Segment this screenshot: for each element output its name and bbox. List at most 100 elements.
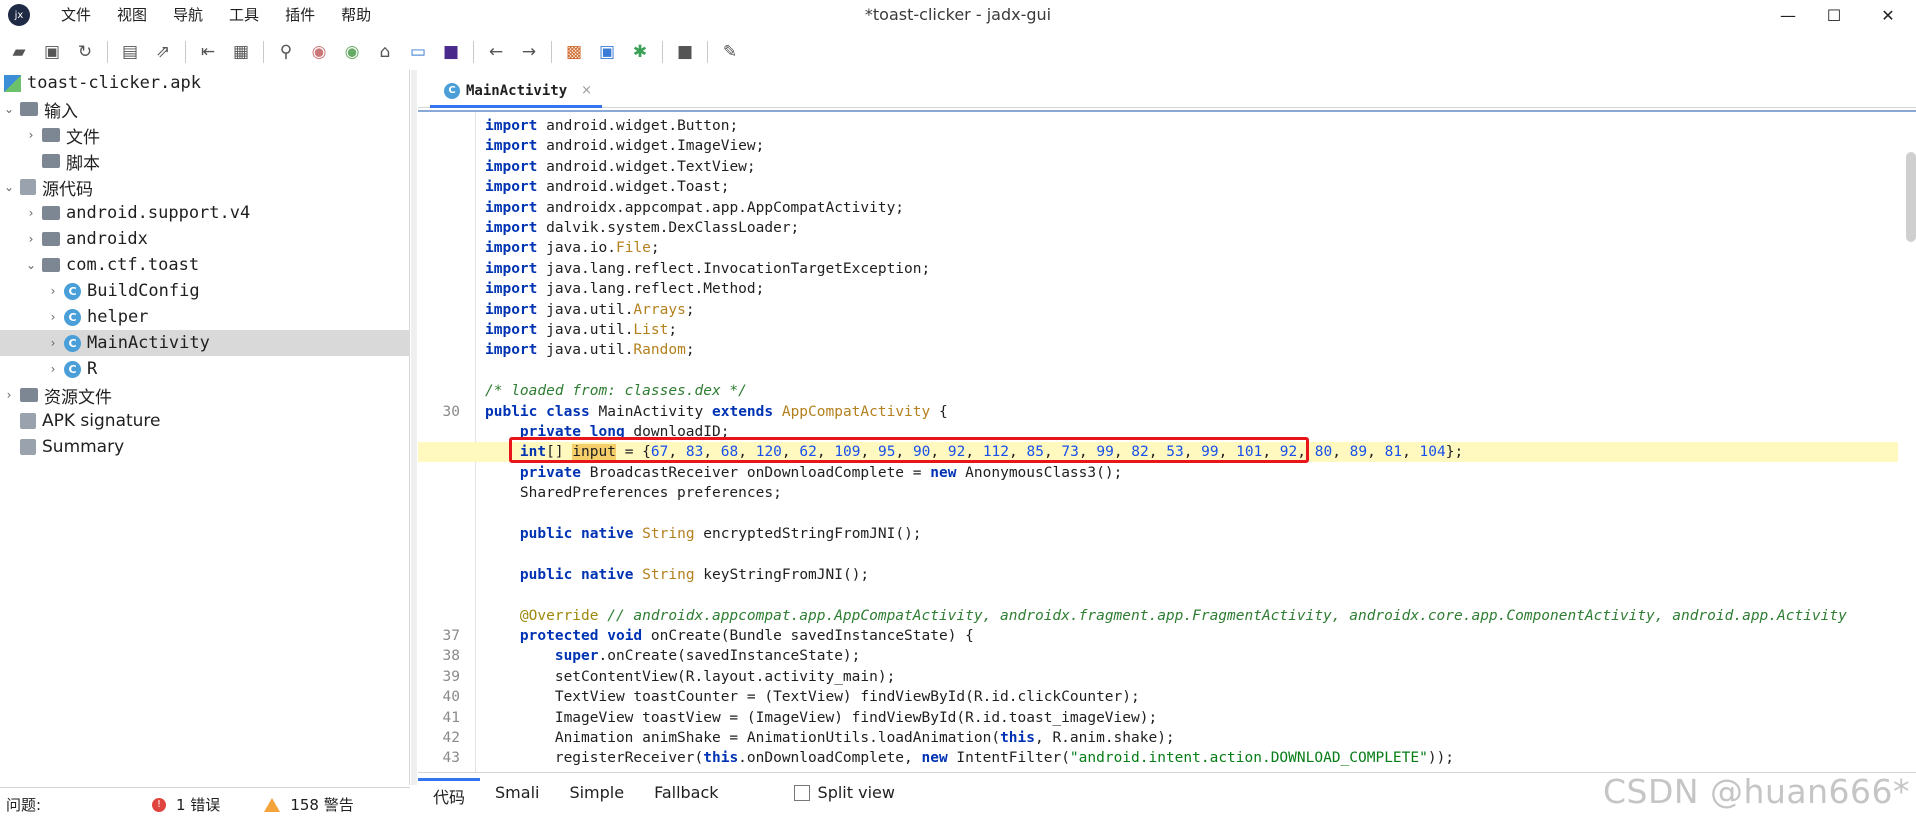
code-line[interactable]: import android.widget.ImageView;: [418, 136, 1898, 156]
back-icon[interactable]: ←: [483, 39, 509, 65]
chevron-right-icon[interactable]: ›: [46, 336, 60, 350]
code-line[interactable]: /* loaded from: classes.dex */: [418, 381, 1898, 401]
code-line[interactable]: private BroadcastReceiver onDownloadComp…: [418, 463, 1898, 483]
chevron-down-icon[interactable]: ⌄: [24, 258, 38, 272]
chevron-right-icon[interactable]: ›: [24, 206, 38, 220]
tree-item-mainactivity[interactable]: › C MainActivity: [0, 330, 410, 356]
settings-icon[interactable]: ✎: [717, 39, 743, 65]
plugin-icon[interactable]: ■: [438, 39, 464, 65]
tab-simple[interactable]: Simple: [554, 783, 639, 802]
code-line[interactable]: private long downloadID;: [418, 422, 1898, 442]
code-text[interactable]: ImageView toastView = (ImageView) findVi…: [485, 708, 1157, 728]
tree-item-summary[interactable]: Summary: [0, 434, 410, 460]
home-icon[interactable]: ⌂: [372, 39, 398, 65]
tab-mainactivity[interactable]: C MainActivity ×: [430, 76, 603, 108]
tree-item-package-support[interactable]: › android.support.v4: [0, 200, 410, 226]
code-line[interactable]: public native String keyStringFromJNI();: [418, 565, 1898, 585]
tab-code[interactable]: 代码: [418, 777, 481, 808]
code-line[interactable]: [418, 361, 1898, 381]
code-line[interactable]: import android.widget.Button;: [418, 116, 1898, 136]
code-line[interactable]: [418, 544, 1898, 564]
find-class-icon[interactable]: ◉: [306, 39, 332, 65]
code-text[interactable]: import java.io.File;: [485, 238, 660, 258]
chevron-right-icon[interactable]: ›: [46, 310, 60, 324]
code-line[interactable]: 30 public class MainActivity extends AppC…: [418, 402, 1898, 422]
code-line[interactable]: 43 registerReceiver(this.onDownloadCompl…: [418, 748, 1898, 768]
add-file-icon[interactable]: ▣: [39, 39, 65, 65]
code-line[interactable]: public native String encryptedStringFrom…: [418, 524, 1898, 544]
split-view-toggle[interactable]: Split view: [793, 783, 895, 802]
code-line[interactable]: 39 setContentView(R.layout.activity_main…: [418, 667, 1898, 687]
code-line[interactable]: import android.widget.TextView;: [418, 157, 1898, 177]
export-icon[interactable]: ⇗: [150, 39, 176, 65]
code-line[interactable]: import java.lang.reflect.InvocationTarge…: [418, 259, 1898, 279]
code-text[interactable]: public native String encryptedStringFrom…: [485, 524, 922, 544]
code-line[interactable]: import java.util.List;: [418, 320, 1898, 340]
code-text[interactable]: import android.widget.Button;: [485, 116, 738, 136]
code-text[interactable]: import androidx.appcompat.app.AppCompatA…: [485, 198, 904, 218]
chevron-down-icon[interactable]: ⌄: [2, 102, 16, 116]
chevron-right-icon[interactable]: ›: [24, 232, 38, 246]
decompile-icon[interactable]: ▩: [561, 39, 587, 65]
code-text[interactable]: public class MainActivity extends AppCom…: [485, 402, 948, 422]
close-icon[interactable]: ×: [581, 83, 592, 98]
code-text[interactable]: public native String keyStringFromJNI();: [485, 565, 869, 585]
code-text[interactable]: /* loaded from: classes.dex */: [485, 381, 747, 401]
code-line[interactable]: import dalvik.system.DexClassLoader;: [418, 218, 1898, 238]
quark-icon[interactable]: ▣: [594, 39, 620, 65]
code-text[interactable]: @Override // androidx.appcompat.app.AppC…: [485, 606, 1847, 626]
code-line[interactable]: 42 Animation animShake = AnimationUtils.…: [418, 728, 1898, 748]
code-text[interactable]: SharedPreferences preferences;: [485, 483, 782, 503]
save-icon[interactable]: ▤: [117, 39, 143, 65]
code-text[interactable]: private long downloadID;: [485, 422, 730, 442]
code-line[interactable]: import java.util.Random;: [418, 340, 1898, 360]
code-line[interactable]: import androidx.appcompat.app.AppCompatA…: [418, 198, 1898, 218]
menu-view[interactable]: 视图: [104, 0, 160, 30]
tree-item-inputs[interactable]: ⌄ 输入: [0, 96, 410, 122]
code-line[interactable]: [418, 504, 1898, 524]
warning-count[interactable]: 158 警告: [290, 794, 353, 815]
chevron-right-icon[interactable]: ›: [46, 284, 60, 298]
debug-icon[interactable]: ✱: [627, 39, 653, 65]
code-text[interactable]: TextView toastCounter = (TextView) findV…: [485, 687, 1140, 707]
tab-fallback[interactable]: Fallback: [639, 783, 733, 802]
chevron-right-icon[interactable]: ›: [24, 128, 38, 142]
chevron-right-icon[interactable]: ›: [46, 362, 60, 376]
code-text[interactable]: super.onCreate(savedInstanceState);: [485, 646, 861, 666]
maximize-button[interactable]: ☐: [1806, 0, 1862, 30]
code-text[interactable]: import java.lang.reflect.InvocationTarge…: [485, 259, 930, 279]
code-line[interactable]: 38 super.onCreate(savedInstanceState);: [418, 646, 1898, 666]
refresh-icon[interactable]: ↻: [72, 39, 98, 65]
code-line[interactable]: @Override // androidx.appcompat.app.AppC…: [418, 606, 1898, 626]
log-icon[interactable]: ▭: [405, 39, 431, 65]
tree-item-source[interactable]: ⌄ 源代码: [0, 174, 410, 200]
tree-item-package-androidx[interactable]: › androidx: [0, 226, 410, 252]
menu-plugins[interactable]: 插件: [272, 0, 328, 30]
chevron-down-icon[interactable]: ⌄: [2, 180, 16, 194]
menu-tools[interactable]: 工具: [216, 0, 272, 30]
menu-file[interactable]: 文件: [48, 0, 104, 30]
code-text[interactable]: int[] input = {67, 83, 68, 120, 62, 109,…: [485, 442, 1463, 462]
menu-navigation[interactable]: 导航: [160, 0, 216, 30]
code-text[interactable]: import java.util.Arrays;: [485, 300, 695, 320]
open-icon[interactable]: ▰: [6, 39, 32, 65]
code-text[interactable]: Animation animShake = AnimationUtils.loa…: [485, 728, 1175, 748]
tree-item-r[interactable]: › C R: [0, 356, 410, 382]
tab-smali[interactable]: Smali: [480, 783, 554, 802]
code-line[interactable]: 40 TextView toastCounter = (TextView) fi…: [418, 687, 1898, 707]
vertical-scrollbar[interactable]: [1906, 152, 1916, 242]
code-line[interactable]: import java.io.File;: [418, 238, 1898, 258]
flatten-icon[interactable]: ▦: [228, 39, 254, 65]
code-line[interactable]: [418, 585, 1898, 605]
code-line[interactable]: SharedPreferences preferences;: [418, 483, 1898, 503]
search-icon[interactable]: ⚲: [273, 39, 299, 65]
code-text[interactable]: import dalvik.system.DexClassLoader;: [485, 218, 799, 238]
menu-help[interactable]: 帮助: [328, 0, 384, 30]
panel-splitter[interactable]: [411, 70, 417, 785]
tree-item-resources[interactable]: › 资源文件: [0, 382, 410, 408]
code-line[interactable]: 37 protected void onCreate(Bundle savedI…: [418, 626, 1898, 646]
code-text[interactable]: registerReceiver(this.onDownloadComplete…: [485, 748, 1454, 768]
code-line[interactable]: import java.util.Arrays;: [418, 300, 1898, 320]
code-line[interactable]: 41 ImageView toastView = (ImageView) fin…: [418, 708, 1898, 728]
code-text[interactable]: import java.lang.reflect.Method;: [485, 279, 764, 299]
